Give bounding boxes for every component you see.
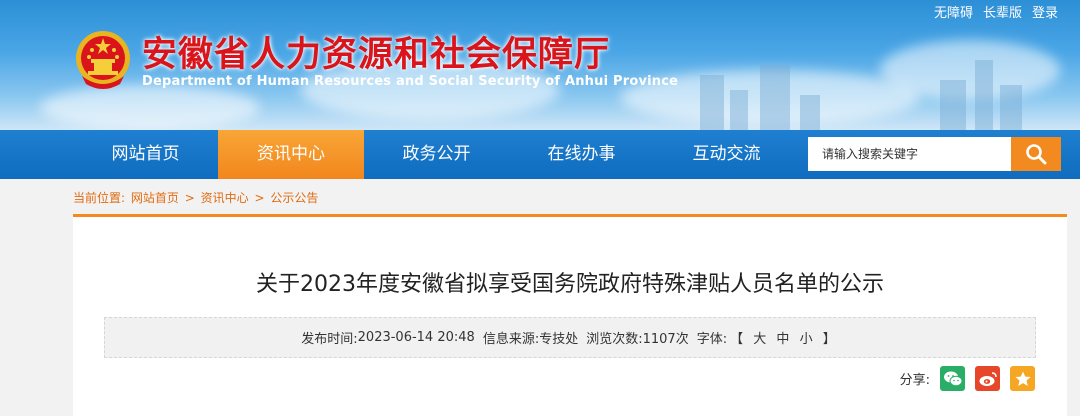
top-links: 无障碍 长辈版 登录 [934,2,1058,21]
breadcrumb-item-news[interactable]: 资讯中心 [201,191,249,205]
skyline-decoration [975,60,993,130]
nav-item-home[interactable]: 网站首页 [73,130,218,179]
accessibility-link[interactable]: 无障碍 [934,2,973,21]
font-medium-button[interactable]: 中 [776,332,789,347]
breadcrumb-item-home[interactable]: 网站首页 [131,191,179,205]
breadcrumb-label: 当前位置: [73,191,126,205]
views-count: 1107次 [642,332,689,347]
site-title: 安徽省人力资源和社会保障厅 [142,35,611,75]
weibo-icon[interactable] [975,366,1000,391]
article-title: 关于2023年度安徽省拟享受国务院政府特殊津贴人员名单的公示 [256,272,884,297]
publish-time-label: 发布时间: [301,332,358,347]
cloud-decoration [40,85,260,130]
site-subtitle: Department of Human Resources and Social… [142,74,679,89]
skyline-decoration [800,95,820,130]
national-emblem-icon [76,31,130,89]
source-label: 信息来源: [482,332,540,347]
nav-item-news[interactable]: 资讯中心 [218,130,364,179]
font-size-label: 字体: [696,332,728,347]
publish-time: 2023-06-14 20:48 [357,330,475,345]
font-small-button[interactable]: 小 [800,332,813,347]
share-label: 分享: [899,373,930,388]
views-label: 浏览次数: [586,332,643,347]
font-bracket-open: 【 [730,332,744,347]
article-meta: 发布时间: 2023-06-14 20:48 信息来源: 专技处 浏览次数: 1… [104,317,1036,358]
search-input[interactable] [808,137,1012,171]
breadcrumb-separator: > [184,191,195,205]
font-size-control: 【 大 中 小 】 [727,328,839,347]
elder-version-link[interactable]: 长辈版 [983,2,1022,21]
wechat-icon[interactable] [940,366,965,391]
nav-item-interaction[interactable]: 互动交流 [654,130,799,179]
cloud-decoration [880,40,1060,100]
skyline-decoration [700,75,724,130]
header-banner: 无障碍 长辈版 登录 安徽省人力资源和社会保障厅 Department of H… [0,0,1080,130]
article-card: 关于2023年度安徽省拟享受国务院政府特殊津贴人员名单的公示 发布时间: 202… [73,217,1067,416]
breadcrumb-separator: > [254,191,265,205]
skyline-decoration [1000,85,1022,130]
skyline-decoration [940,80,966,130]
nav-item-government-affairs[interactable]: 政务公开 [364,130,509,179]
share-bar: 分享: [900,366,1035,391]
font-large-button[interactable]: 大 [753,332,766,347]
search-button[interactable] [1011,137,1061,171]
breadcrumb-item-announcements[interactable]: 公示公告 [270,191,318,205]
login-link[interactable]: 登录 [1032,2,1058,21]
search-icon [1026,144,1047,165]
main-nav: 网站首页 资讯中心 政务公开 在线办事 互动交流 [0,130,1080,179]
favorite-icon[interactable] [1010,366,1035,391]
nav-item-online-services[interactable]: 在线办事 [509,130,654,179]
source-value: 专技处 [539,332,579,347]
font-bracket-close: 】 [822,332,836,347]
breadcrumb: 当前位置: 网站首页 > 资讯中心 > 公示公告 [73,189,320,206]
skyline-decoration [760,65,790,130]
skyline-decoration [730,90,748,130]
